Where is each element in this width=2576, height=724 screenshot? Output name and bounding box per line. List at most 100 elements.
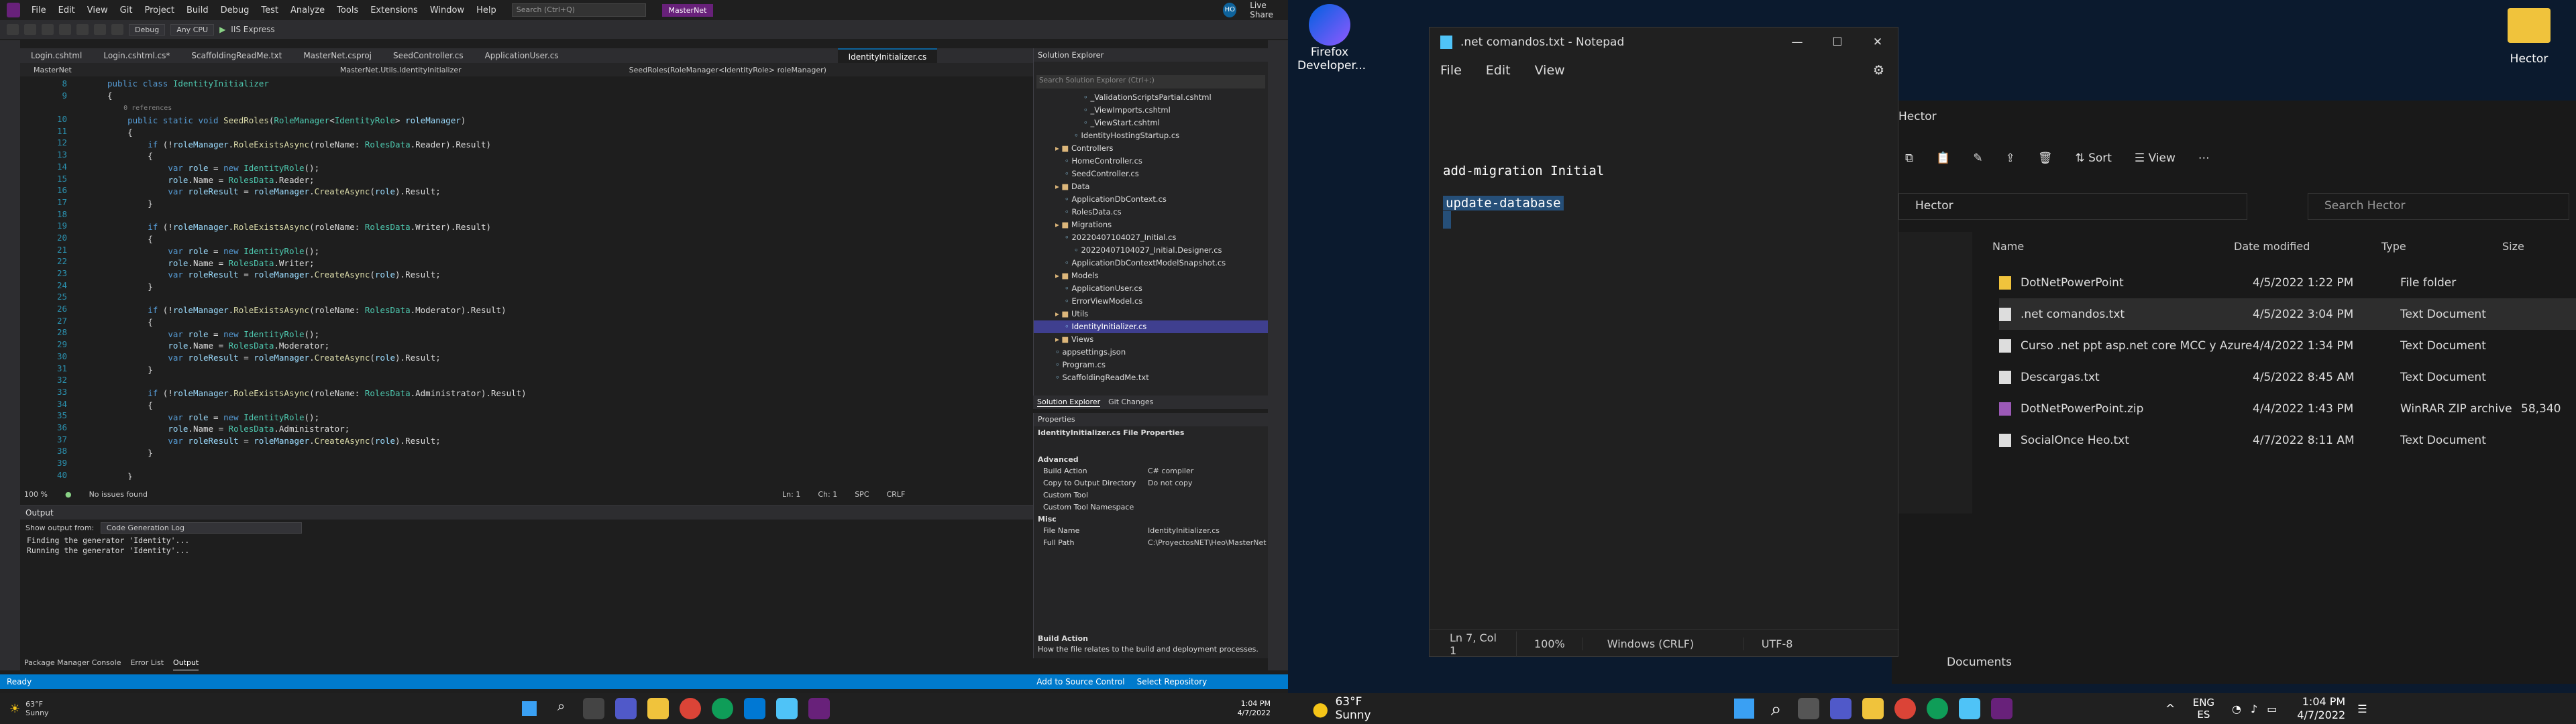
- solution-tree-item[interactable]: ◦ ScaffoldingReadMe.txt: [1034, 371, 1268, 384]
- edge-icon[interactable]: [1926, 698, 1948, 719]
- chrome-icon[interactable]: [679, 698, 701, 719]
- nav-member-dropdown[interactable]: SeedRoles(RoleManager<IdentityRole> role…: [629, 66, 826, 74]
- menu-test[interactable]: Test: [255, 5, 284, 15]
- close-icon[interactable]: ✕: [1858, 36, 1898, 49]
- run-icon[interactable]: ▶: [219, 25, 225, 34]
- prop-value[interactable]: Do not copy: [1148, 477, 1192, 489]
- solution-tree-item[interactable]: ◦ ApplicationDbContext.cs: [1034, 193, 1268, 206]
- solution-tree-item[interactable]: ▸ ■ Data: [1034, 180, 1268, 193]
- start-icon[interactable]: [1733, 698, 1755, 719]
- menu-extensions[interactable]: Extensions: [364, 5, 424, 15]
- platform-dropdown[interactable]: Any CPU: [170, 23, 215, 36]
- menu-window[interactable]: Window: [424, 5, 470, 15]
- desktop-icon-firefox[interactable]: Firefox Developer...: [1297, 4, 1366, 72]
- menu-build[interactable]: Build: [180, 5, 215, 15]
- visual-studio-icon[interactable]: [1990, 698, 2012, 719]
- task-view-icon[interactable]: [582, 698, 604, 719]
- solution-tree-item[interactable]: ▸ ■ Views: [1034, 333, 1268, 346]
- solution-tree-item[interactable]: ▸ ■ Utils: [1034, 308, 1268, 320]
- solution-tree-item[interactable]: ▸ ■ Models: [1034, 269, 1268, 282]
- diagnostic-tools-sidebar[interactable]: [1268, 40, 1288, 670]
- solution-tree-item[interactable]: ◦ ApplicationUser.cs: [1034, 282, 1268, 295]
- start-icon[interactable]: [519, 698, 540, 719]
- delete-icon[interactable]: 🗑: [2038, 152, 2053, 165]
- solution-tree-item[interactable]: ◦ IdentityInitializer.cs: [1034, 320, 1268, 333]
- paste-icon[interactable]: 📋: [1936, 152, 1950, 165]
- menu-tools[interactable]: Tools: [331, 5, 364, 15]
- file-row[interactable]: Curso .net ppt asp.net core MCC y Azure.…: [1999, 330, 2576, 361]
- solution-tree-item[interactable]: ◦ 20220407104027_Initial.Designer.cs: [1034, 244, 1268, 257]
- forward-icon[interactable]: [24, 24, 36, 35]
- tab-identity-initializer[interactable]: IdentityInitializer.cs: [837, 48, 938, 63]
- properties-misc-header[interactable]: Misc: [1034, 514, 1268, 525]
- save-icon[interactable]: [59, 24, 71, 35]
- tab-application-user[interactable]: ApplicationUser.cs: [474, 48, 570, 63]
- new-item-icon[interactable]: [42, 24, 54, 35]
- tab-git-changes[interactable]: Git Changes: [1108, 398, 1153, 407]
- col-date[interactable]: Date modified: [2234, 240, 2381, 253]
- solution-tree-item[interactable]: ◦ Program.cs: [1034, 359, 1268, 371]
- maximize-icon[interactable]: ☐: [1817, 36, 1858, 49]
- solution-tree-item[interactable]: ◦ 20220407104027_Initial.cs: [1034, 231, 1268, 244]
- sort-button[interactable]: ⇅ Sort: [2075, 152, 2112, 165]
- navigation-pane[interactable]: [1892, 232, 1972, 514]
- wifi-icon[interactable]: ◔: [2232, 703, 2241, 715]
- tab-seed-controller[interactable]: SeedController.cs: [382, 48, 474, 63]
- chrome-icon[interactable]: [1894, 698, 1916, 719]
- weather-widget[interactable]: 63°F Sunny: [1335, 695, 1371, 722]
- notepad-icon[interactable]: [775, 698, 798, 719]
- file-explorer-icon[interactable]: [1862, 698, 1884, 719]
- store-icon[interactable]: [743, 698, 765, 719]
- file-row[interactable]: .net comandos.txt 4/5/2022 3:04 PM Text Do…: [1999, 298, 2576, 330]
- solution-tree-item[interactable]: ◦ HomeController.cs: [1034, 155, 1268, 168]
- solution-tree-item[interactable]: ◦ _ViewImports.cshtml: [1034, 104, 1268, 117]
- user-avatar[interactable]: HO: [1223, 3, 1237, 17]
- solution-tree-item[interactable]: ◦ _ValidationScriptsPartial.cshtml: [1034, 91, 1268, 104]
- toolbox-sidebar[interactable]: [0, 40, 20, 670]
- tab-scaffolding-readme[interactable]: ScaffoldingReadMe.txt: [180, 48, 292, 63]
- back-icon[interactable]: [7, 24, 19, 35]
- edge-icon[interactable]: [711, 698, 733, 719]
- file-explorer-icon[interactable]: [647, 698, 669, 719]
- menu-analyze[interactable]: Analyze: [284, 5, 331, 15]
- tab-package-manager-console[interactable]: Package Manager Console: [24, 658, 121, 670]
- file-row[interactable]: DotNetPowerPoint.zip 4/4/2022 1:43 PM WinR…: [1999, 393, 2576, 424]
- np-menu-view[interactable]: View: [1535, 63, 1565, 78]
- minimize-icon[interactable]: —: [1777, 36, 1817, 49]
- output-source-dropdown[interactable]: Code Generation Log: [100, 522, 302, 534]
- tab-output[interactable]: Output: [173, 658, 199, 670]
- settings-gear-icon[interactable]: ⚙: [1873, 63, 1884, 78]
- np-menu-edit[interactable]: Edit: [1486, 63, 1511, 78]
- file-row[interactable]: Descargas.txt 4/5/2022 8:45 AM Text Docume…: [1999, 361, 2576, 393]
- col-name[interactable]: Name: [1979, 240, 2234, 253]
- file-row[interactable]: DotNetPowerPoint 4/5/2022 1:22 PM File fol…: [1999, 267, 2576, 298]
- tab-masternet-csproj[interactable]: MasterNet.csproj: [292, 48, 382, 63]
- tab-solution-explorer[interactable]: Solution Explorer: [1037, 398, 1101, 407]
- code-editor[interactable]: 8 9 10 11 12 13 14 15 16 17 18 19 20 21 22 23 24 25 26 27 28…: [20, 78, 1033, 480]
- save-all-icon[interactable]: [76, 24, 89, 35]
- add-source-control-button[interactable]: Add to Source Control: [1036, 677, 1124, 686]
- tab-login-cshtml[interactable]: Login.cshtml: [20, 48, 93, 63]
- live-share-button[interactable]: Live Share: [1250, 1, 1288, 19]
- menu-debug[interactable]: Debug: [215, 5, 256, 15]
- volume-icon[interactable]: ♪: [2251, 703, 2257, 715]
- solution-tree-item[interactable]: ◦ SeedController.cs: [1034, 168, 1268, 180]
- address-bar[interactable]: Hector: [1898, 193, 2247, 220]
- visual-studio-icon[interactable]: [808, 698, 830, 719]
- search-input[interactable]: Search (Ctrl+Q): [511, 3, 646, 17]
- issues-status[interactable]: No issues found: [89, 490, 148, 499]
- menu-file[interactable]: File: [25, 5, 52, 15]
- copy-icon[interactable]: ⧉: [1905, 152, 1913, 165]
- search-icon[interactable]: ⌕: [1766, 698, 1787, 720]
- weather-icon[interactable]: ●: [1312, 698, 1328, 720]
- config-dropdown[interactable]: Debug: [129, 23, 166, 36]
- nav-project-dropdown[interactable]: MasterNet: [34, 66, 72, 74]
- taskbar-clock[interactable]: 1:04 PM 4/7/2022: [1238, 699, 1271, 718]
- menu-edit[interactable]: Edit: [52, 5, 81, 15]
- redo-icon[interactable]: [111, 24, 123, 35]
- col-type[interactable]: Type: [2381, 240, 2502, 253]
- nav-class-dropdown[interactable]: MasterNet.Utils.IdentityInitializer: [340, 66, 462, 74]
- tray-chevron-icon[interactable]: ^: [2165, 702, 2176, 716]
- search-icon[interactable]: ⌕: [551, 698, 572, 719]
- explorer-search-input[interactable]: Search Hector: [2308, 193, 2569, 220]
